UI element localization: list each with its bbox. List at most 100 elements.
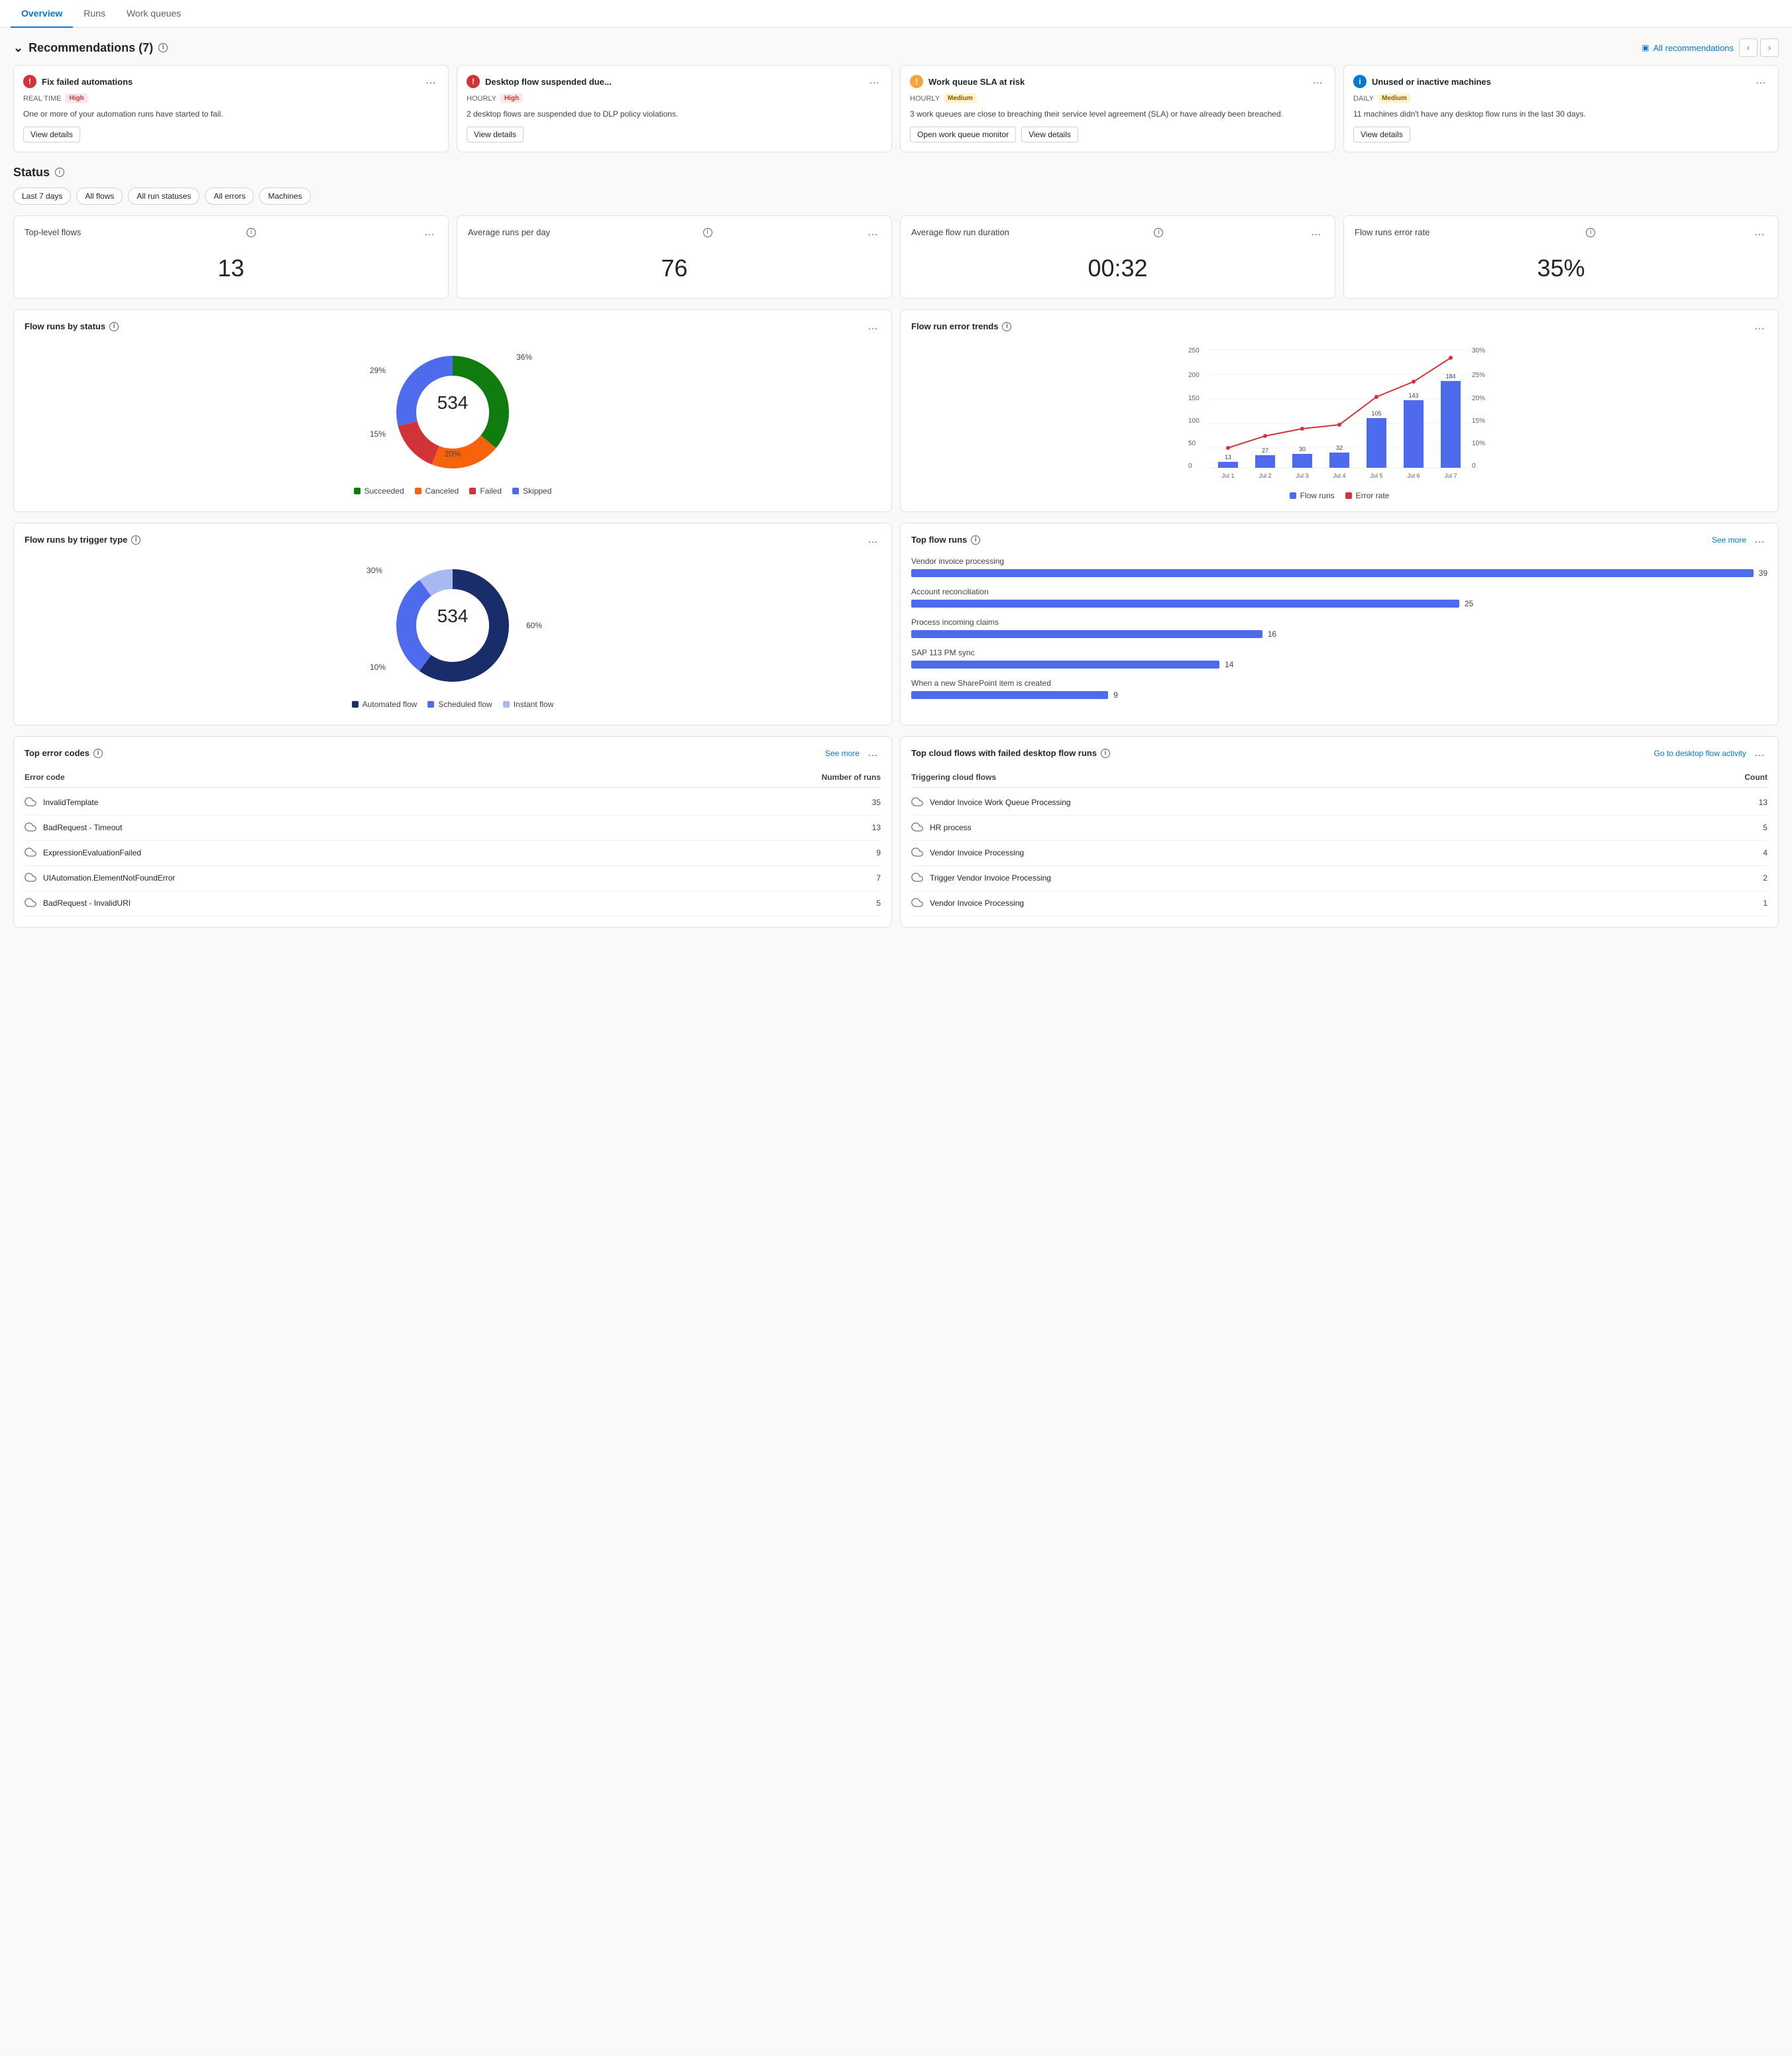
error-code-row-1: BadRequest - Timeout 13: [25, 816, 881, 841]
rec-view-details-btn-2[interactable]: View details: [467, 127, 524, 142]
error-codes-ellipsis[interactable]: …: [865, 747, 881, 759]
top-flow-runs-actions: See more …: [1712, 534, 1767, 546]
cloud-flows-ellipsis[interactable]: …: [1752, 747, 1767, 759]
main-content: ⌄ Recommendations (7) i ▣ All recommenda…: [0, 28, 1792, 2056]
filter-all-flows[interactable]: All flows: [76, 188, 123, 205]
cloud-flow-count-0: 13: [1759, 798, 1767, 807]
flow-run-bar-0: [911, 569, 1754, 577]
metric-ellipsis-4[interactable]: …: [1752, 227, 1767, 239]
pct-automated: 60%: [526, 621, 542, 630]
flow-run-item-2: Process incoming claims 16: [911, 618, 1767, 639]
recommendations-title-text: Recommendations (7): [28, 41, 153, 55]
legend-label-skipped: Skipped: [523, 486, 551, 496]
y-label-200: 200: [1188, 372, 1200, 379]
tab-runs[interactable]: Runs: [73, 0, 116, 28]
cloud-flows-col1: Triggering cloud flows: [911, 773, 996, 782]
rec-meta-2: HOURLY High: [467, 93, 882, 103]
rec-view-details-btn-1[interactable]: View details: [23, 127, 80, 142]
rec-ellipsis-2[interactable]: …: [866, 75, 882, 87]
flow-runs-status-ellipsis[interactable]: …: [865, 321, 881, 333]
metric-ellipsis-1[interactable]: …: [421, 227, 437, 239]
y-label-0pct: 0: [1472, 462, 1476, 470]
cloud-flow-row-1: HR process 5: [911, 816, 1767, 841]
metric-ellipsis-3[interactable]: …: [1308, 227, 1324, 239]
error-codes-title-text: Top error codes: [25, 748, 89, 758]
flow-run-error-trends-card: Flow run error trends i … 250 200 150 10…: [900, 309, 1779, 512]
cloud-flows-table-header: Triggering cloud flows Count: [911, 767, 1767, 788]
flow-run-name-0: Vendor invoice processing: [911, 557, 1767, 566]
rec-open-monitor-btn-3[interactable]: Open work queue monitor: [910, 127, 1016, 142]
error-codes-see-more[interactable]: See more: [825, 749, 860, 758]
filter-last-7-days[interactable]: Last 7 days: [13, 188, 71, 205]
donut-chart-status: 534 36% 20% 15% 29% Succeeded: [25, 341, 881, 501]
error-code-runs-0: 35: [872, 798, 881, 807]
recommendations-info-icon: i: [158, 43, 168, 52]
rec-prev-button[interactable]: ‹: [1739, 38, 1758, 57]
legend-dot-scheduled: [427, 701, 434, 708]
error-code-row-left-2: ExpressionEvaluationFailed: [25, 846, 141, 860]
all-recommendations-button[interactable]: ▣ All recommendations: [1642, 43, 1734, 53]
tab-overview[interactable]: Overview: [11, 0, 73, 28]
filter-all-run-statuses[interactable]: All run statuses: [128, 188, 199, 205]
error-codes-table-header: Error code Number of runs: [25, 767, 881, 788]
collapse-icon[interactable]: ⌄: [13, 41, 23, 55]
rec-ellipsis-4[interactable]: …: [1753, 75, 1769, 87]
status-donut-legend: Succeeded Canceled Failed: [354, 486, 552, 496]
legend-label-canceled: Canceled: [425, 486, 459, 496]
rec-meta-4: DAILY Medium: [1353, 93, 1769, 103]
chart-row-1: Flow runs by status i …: [13, 309, 1779, 512]
cloud-flow-count-4: 1: [1763, 898, 1767, 908]
metric-card-top-level-flows: Top-level flows i … 13: [13, 215, 449, 299]
legend-dot-failed: [469, 488, 476, 494]
rec-desc-2: 2 desktop flows are suspended due to DLP…: [467, 109, 882, 120]
flow-run-bar-row-0: 39: [911, 569, 1767, 578]
flow-runs-status-title-text: Flow runs by status: [25, 321, 105, 331]
error-rate-dot-7: [1449, 356, 1453, 360]
y-label-25pct: 25%: [1472, 372, 1485, 379]
cloud-flows-header: Top cloud flows with failed desktop flow…: [911, 747, 1767, 759]
legend-automated: Automated flow: [352, 700, 418, 709]
top-flow-runs-see-more[interactable]: See more: [1712, 535, 1746, 545]
cloud-flow-icon-2: [911, 846, 923, 860]
flow-run-bar-3: [911, 661, 1219, 669]
error-trends-title-text: Flow run error trends: [911, 321, 998, 331]
filter-all-errors[interactable]: All errors: [205, 188, 254, 205]
filter-machines[interactable]: Machines: [259, 188, 310, 205]
rec-ellipsis-1[interactable]: …: [423, 75, 439, 87]
donut-svg-trigger: 534: [386, 559, 519, 692]
cloud-flow-icon-1: [911, 821, 923, 835]
trigger-chart-ellipsis[interactable]: …: [865, 534, 881, 546]
rec-warning-icon-3: !: [910, 75, 923, 88]
cloud-flow-row-left-0: Vendor Invoice Work Queue Processing: [911, 796, 1071, 810]
rec-next-button[interactable]: ›: [1760, 38, 1779, 57]
pct-label-canceled: 20%: [445, 449, 461, 459]
bar-jul4: [1329, 453, 1349, 468]
rec-view-details-btn-3[interactable]: View details: [1021, 127, 1078, 142]
cloud-flow-name-2: Vendor Invoice Processing: [930, 848, 1024, 857]
donut-chart-trigger: 534 60% 30% 10% Automated flow: [25, 554, 881, 714]
metric-ellipsis-2[interactable]: …: [865, 227, 881, 239]
legend-scheduled: Scheduled flow: [427, 700, 492, 709]
legend-label-flow-runs: Flow runs: [1300, 491, 1335, 500]
cloud-flows-info: i: [1101, 749, 1110, 758]
legend-failed: Failed: [469, 486, 502, 496]
flow-run-bar-row-1: 25: [911, 599, 1767, 608]
trigger-chart-title: Flow runs by trigger type i: [25, 535, 140, 545]
tab-work-queues[interactable]: Work queues: [116, 0, 192, 28]
rec-severity-badge-4: Medium: [1378, 93, 1411, 103]
error-trends-info: i: [1002, 322, 1011, 331]
flow-run-name-4: When a new SharePoint item is created: [911, 678, 1767, 688]
flow-runs-status-info: i: [109, 322, 119, 331]
cloud-flow-count-1: 5: [1763, 823, 1767, 832]
error-trends-ellipsis[interactable]: …: [1752, 321, 1767, 333]
top-flow-runs-ellipsis[interactable]: …: [1752, 534, 1767, 546]
x-label-jul2: Jul 2: [1259, 472, 1271, 479]
error-code-row-2: ExpressionEvaluationFailed 9: [25, 841, 881, 866]
y-label-30pct: 30%: [1472, 347, 1485, 354]
rec-view-details-btn-4[interactable]: View details: [1353, 127, 1410, 142]
pct-scheduled: 30%: [366, 566, 382, 575]
rec-ellipsis-3[interactable]: …: [1310, 75, 1325, 87]
cloud-flows-go-to[interactable]: Go to desktop flow activity: [1654, 749, 1746, 758]
rec-card-desktop-suspended: ! Desktop flow suspended due... … HOURLY…: [457, 65, 892, 152]
cloud-flow-row-left-3: Trigger Vendor Invoice Processing: [911, 871, 1051, 885]
